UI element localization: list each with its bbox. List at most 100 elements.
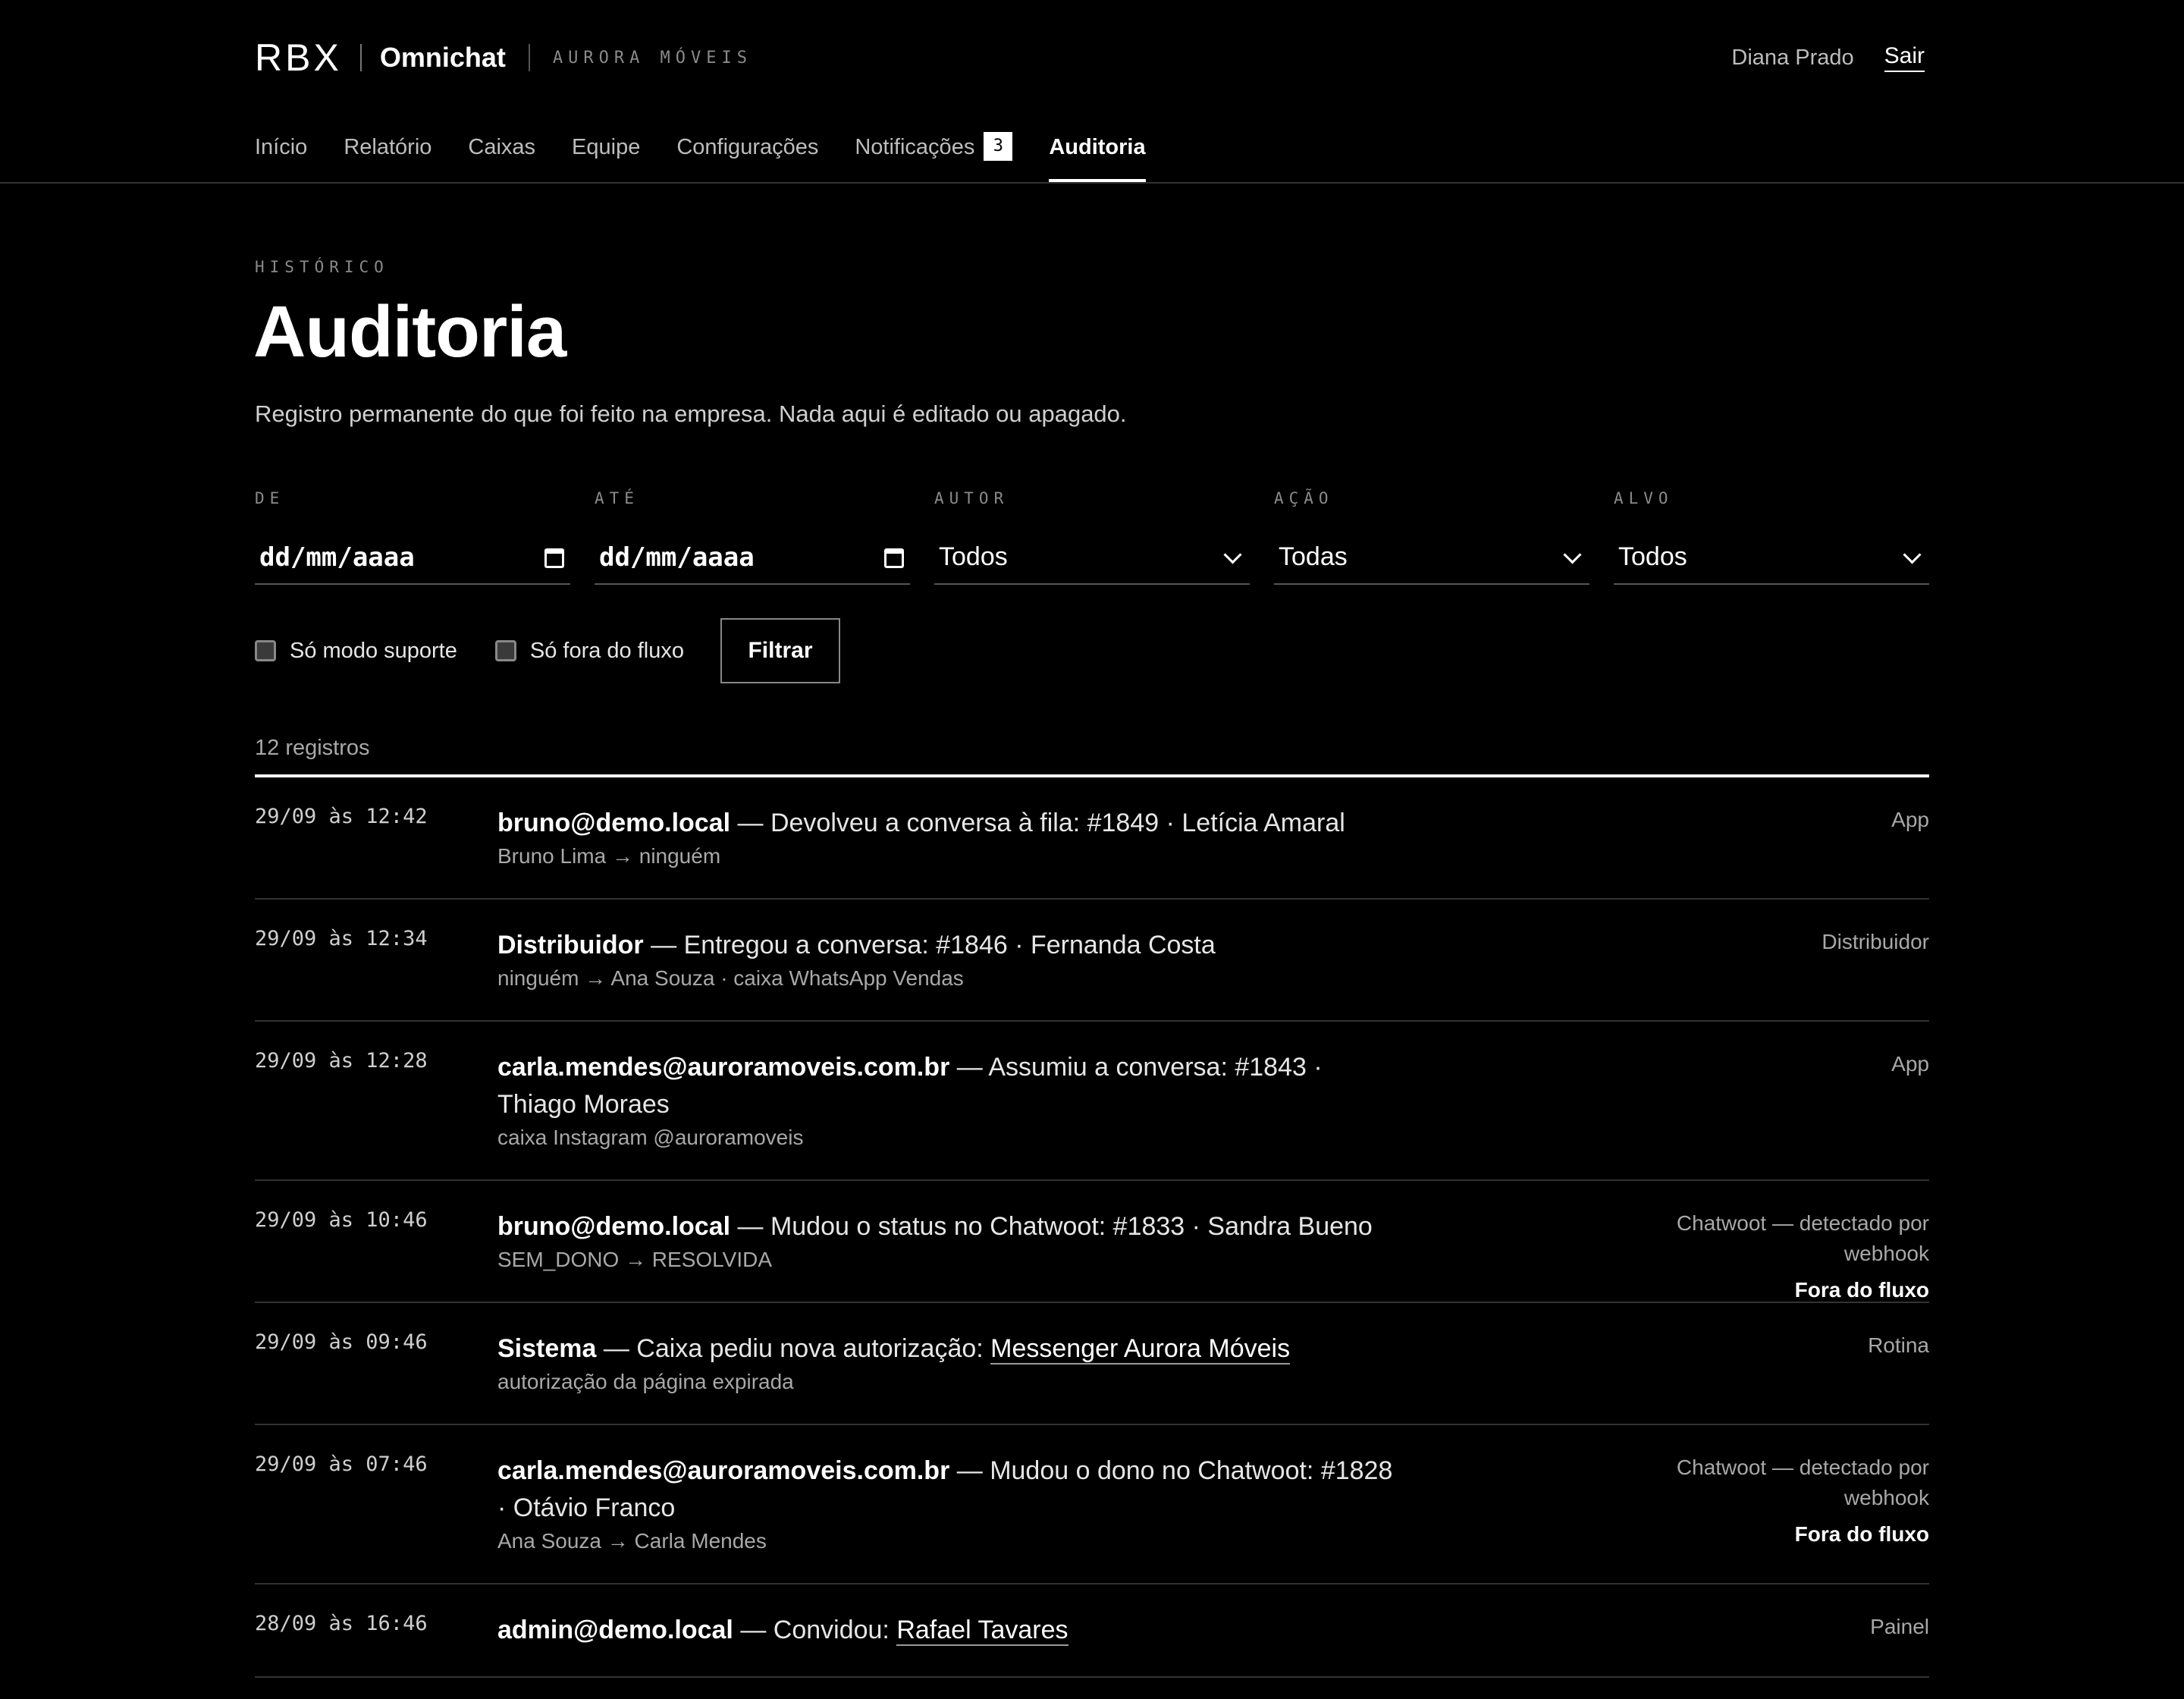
action-select-value: Todas [1279, 542, 1348, 571]
nav-item-auditoria[interactable]: Auditoria [1049, 127, 1146, 182]
row-actor: carla.mendes@auroramoveis.com.br [497, 1053, 950, 1082]
row-source: Chatwoot — detectado por webhook Fora do… [1626, 1452, 1929, 1550]
row-source: Painel [1870, 1612, 1929, 1642]
brand-divider [359, 44, 362, 71]
audit-list: 29/09 às 12:42 bruno@demo.local — Devolv… [255, 777, 1929, 1678]
nav-item-relatorio[interactable]: Relatório [344, 127, 431, 182]
filter-author-label: AUTOR [934, 489, 1009, 507]
row-detail: ninguém → Ana Souza · caixa WhatsApp Ven… [497, 966, 964, 990]
nav-item-inicio[interactable]: Início [255, 127, 307, 182]
date-to-input[interactable]: dd/mm/aaaa [595, 538, 910, 585]
row-action: — Convidou: [733, 1616, 897, 1644]
outside-flow-flag: Fora do fluxo [1794, 1278, 1929, 1302]
main-nav: Início Relatório Caixas Equipe Configura… [255, 127, 1182, 182]
filter-from-label: DE [255, 489, 285, 507]
checkbox-box[interactable] [255, 640, 276, 661]
row-source-label: Painel [1870, 1615, 1929, 1638]
row-detail: Bruno Lima → ninguém [497, 844, 721, 868]
target-select[interactable]: Todos [1614, 538, 1929, 585]
author-select[interactable]: Todos [934, 538, 1250, 585]
nav-item-notificacoes-label: Notificações [855, 135, 975, 159]
row-time: 29/09 às 12:34 [255, 927, 428, 950]
logout-link[interactable]: Sair [1884, 43, 1925, 72]
brand[interactable]: RBX Omnichat AURORA MÓVEIS [255, 38, 752, 77]
row-actor: Distribuidor [497, 931, 644, 959]
row-source-label: Distribuidor [1822, 930, 1929, 953]
nav-item-notificacoes[interactable]: Notificações 3 [855, 127, 1013, 182]
filter-bar: DE dd/mm/aaaa ATÉ dd/mm/aaaa AUTOR Todos… [255, 489, 1929, 595]
audit-row: 29/09 às 12:28 carla.mendes@auroramoveis… [255, 1022, 1929, 1181]
filter-to: ATÉ dd/mm/aaaa [595, 489, 910, 585]
row-target-link[interactable]: Messenger Aurora Móveis [990, 1334, 1291, 1365]
row-action: — Caixa pediu nova autorização: [596, 1334, 991, 1363]
audit-row: 29/09 às 12:42 bruno@demo.local — Devolv… [255, 777, 1929, 900]
filter-button[interactable]: Filtrar [720, 618, 840, 683]
row-main: carla.mendes@auroramoveis.com.br — Assum… [497, 1049, 1407, 1152]
row-actor: carla.mendes@auroramoveis.com.br [497, 1456, 950, 1485]
nav-divider [0, 182, 2184, 184]
support-only-checkbox[interactable]: Só modo suporte [255, 639, 457, 664]
filter-action-label: AÇÃO [1274, 489, 1334, 507]
row-time: 29/09 às 09:46 [255, 1330, 428, 1354]
chevron-down-icon [1563, 545, 1582, 564]
row-action: — Devolveu a conversa à fila: #1849 · Le… [730, 809, 1345, 837]
audit-row: 29/09 às 07:46 carla.mendes@auroramoveis… [255, 1425, 1929, 1584]
row-action: — Mudou o status no Chatwoot: #1833 · Sa… [730, 1212, 1373, 1241]
row-actor: admin@demo.local [497, 1616, 733, 1644]
chevron-down-icon [1223, 545, 1242, 564]
nav-item-configuracoes[interactable]: Configurações [676, 127, 818, 182]
page-kicker: HISTÓRICO [255, 258, 389, 276]
calendar-icon[interactable] [884, 548, 904, 568]
row-target-link[interactable]: Rafael Tavares [896, 1616, 1068, 1646]
date-from-value: dd/mm/aaaa [259, 542, 415, 573]
author-select-value: Todos [939, 542, 1008, 571]
user-name: Diana Prado [1731, 45, 1854, 70]
support-only-label: Só modo suporte [290, 638, 457, 663]
company-divider [528, 44, 530, 71]
outside-flow-flag: Fora do fluxo [1794, 1522, 1929, 1546]
row-source: Rotina [1868, 1330, 1929, 1361]
audit-row: 29/09 às 09:46 Sistema — Caixa pediu nov… [255, 1303, 1929, 1425]
row-actor: bruno@demo.local [497, 1212, 731, 1241]
audit-row: 28/09 às 16:46 admin@demo.local — Convid… [255, 1584, 1929, 1678]
app-name: Omnichat [379, 42, 506, 73]
target-select-value: Todos [1618, 542, 1687, 571]
row-main: bruno@demo.local — Devolveu a conversa à… [497, 805, 1407, 871]
filter-action: AÇÃO Todas [1274, 489, 1589, 585]
date-from-input[interactable]: dd/mm/aaaa [255, 538, 570, 585]
row-source: App [1891, 805, 1929, 835]
action-select[interactable]: Todas [1274, 538, 1589, 585]
nav-item-caixas[interactable]: Caixas [468, 127, 535, 182]
outside-flow-checkbox[interactable]: Só fora do fluxo [494, 639, 684, 664]
row-actor: bruno@demo.local [497, 809, 731, 837]
nav-item-equipe[interactable]: Equipe [572, 127, 640, 182]
rbx-logo: RBX [255, 36, 342, 79]
row-time: 29/09 às 12:42 [255, 805, 428, 828]
row-source-label: App [1891, 1052, 1929, 1076]
row-detail: autorização da página expirada [497, 1370, 794, 1393]
company-name: AURORA MÓVEIS [552, 48, 753, 68]
checkbox-box[interactable] [494, 640, 516, 661]
row-main: admin@demo.local — Convidou: Rafael Tava… [497, 1612, 1407, 1649]
filter-from: DE dd/mm/aaaa [255, 489, 570, 585]
filter-to-label: ATÉ [595, 489, 639, 507]
top-bar: RBX Omnichat AURORA MÓVEIS Diana Prado S… [255, 38, 1929, 77]
filter-author: AUTOR Todos [934, 489, 1250, 585]
row-source-label: App [1891, 808, 1929, 831]
row-source-label: Chatwoot — detectado por webhook [1676, 1456, 1929, 1509]
audit-row: 29/09 às 10:46 bruno@demo.local — Mudou … [255, 1181, 1929, 1303]
row-main: Distribuidor — Entregou a conversa: #184… [497, 927, 1407, 993]
row-source: App [1891, 1049, 1929, 1079]
calendar-icon[interactable] [544, 548, 564, 568]
row-source: Chatwoot — detectado por webhook Fora do… [1626, 1208, 1929, 1305]
row-source: Distribuidor [1822, 927, 1929, 957]
row-detail: Ana Souza → Carla Mendes [497, 1529, 767, 1553]
chevron-down-icon [1903, 545, 1922, 564]
row-source-label: Chatwoot — detectado por webhook [1676, 1211, 1929, 1265]
results-count: 12 registros [255, 736, 370, 760]
row-main: carla.mendes@auroramoveis.com.br — Mudou… [497, 1452, 1407, 1556]
page-subtitle: Registro permanente do que foi feito na … [255, 400, 1127, 427]
row-detail: SEM_DONO → RESOLVIDA [497, 1248, 773, 1271]
filter-target-label: ALVO [1614, 489, 1674, 507]
filter-options: Só modo suporte Só fora do fluxo Filtrar [255, 618, 840, 683]
